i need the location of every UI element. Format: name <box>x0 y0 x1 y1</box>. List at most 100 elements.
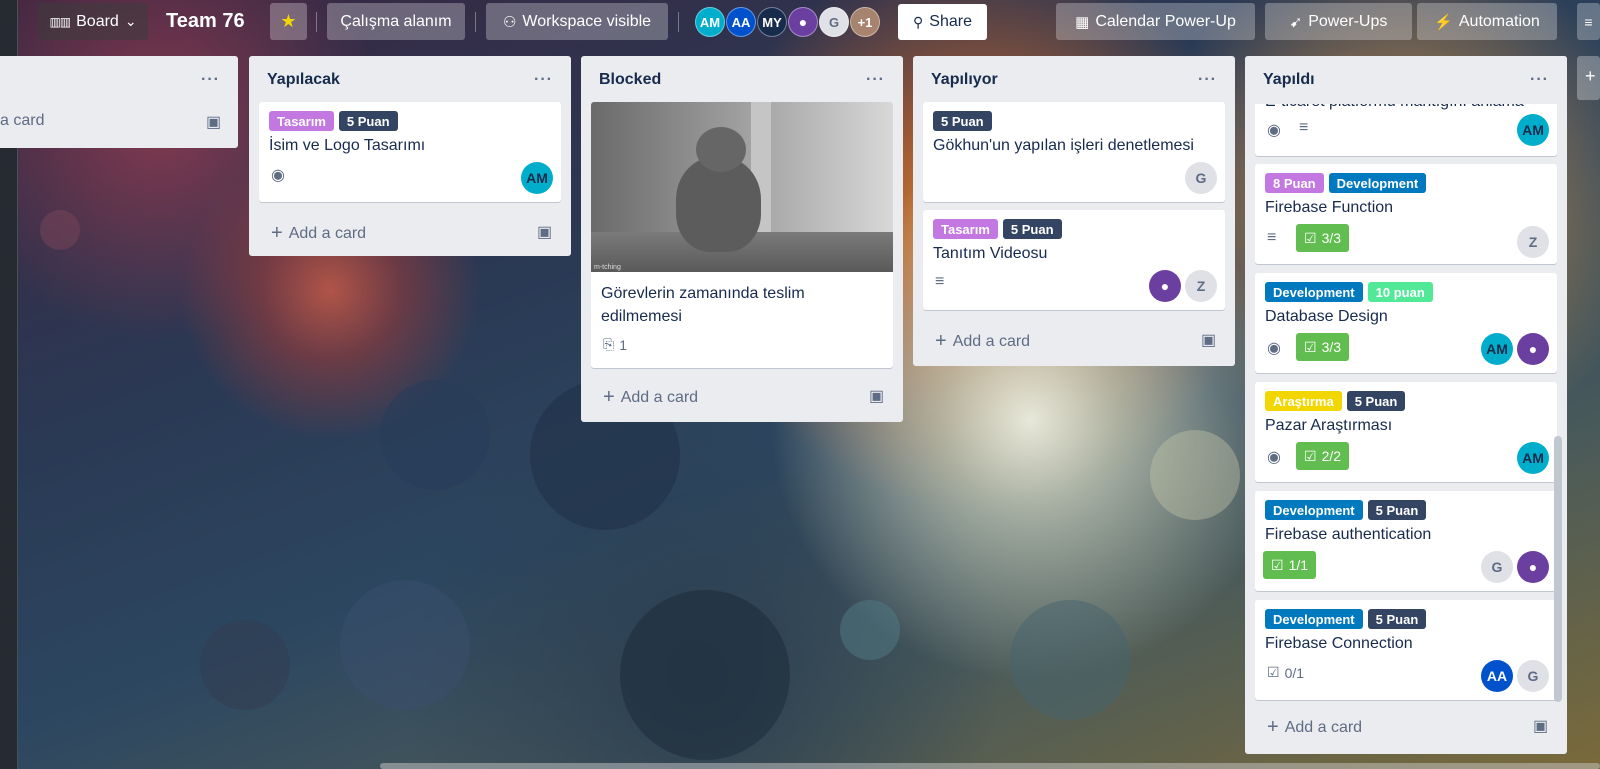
board-title[interactable]: Team 76 <box>166 10 245 33</box>
card-labels: 5 Puan <box>933 111 992 131</box>
member-avatar[interactable]: G <box>819 7 849 37</box>
label-puan: 10 puan <box>1367 282 1433 302</box>
card-title: Tanıtım Videosu <box>933 245 1048 262</box>
label-puan: 5 Puan <box>933 111 992 131</box>
lightning-icon: ⚡ <box>1434 13 1453 31</box>
card[interactable]: Araştırma 5 Puan Pazar Araştırması ◉ ☑ 2… <box>1255 382 1557 482</box>
header-divider <box>678 12 679 32</box>
star-button[interactable]: ★ <box>270 3 307 40</box>
user-icon: ● <box>1528 341 1538 357</box>
template-icon[interactable]: ▣ <box>206 112 221 132</box>
card-member-avatar[interactable]: AM <box>1481 333 1513 365</box>
template-icon[interactable]: ▣ <box>869 386 884 406</box>
powerups-button[interactable]: ➹ Power-Ups <box>1265 3 1412 40</box>
card-title: Firebase authentication <box>1265 526 1432 543</box>
card-member-avatar-user[interactable]: ● <box>1517 551 1549 583</box>
add-card-button[interactable]: + Add a card <box>603 386 698 409</box>
plus-icon: + <box>1585 66 1596 86</box>
card[interactable]: Development 5 Puan Firebase Connection ☑… <box>1255 600 1557 700</box>
card-member-avatar[interactable]: G <box>1185 162 1217 194</box>
member-avatar-user[interactable]: ● <box>788 7 818 37</box>
card-labels: Tasarım 5 Puan <box>933 219 1062 239</box>
share-button[interactable]: ⚲ Share <box>898 4 987 40</box>
card-member-avatar[interactable]: G <box>1517 660 1549 692</box>
add-card-button[interactable]: + Add a card <box>935 330 1030 353</box>
board-scrollbar[interactable] <box>380 763 1600 769</box>
checklist-count: 1/1 <box>1288 557 1309 573</box>
list-title[interactable]: Yapılıyor <box>931 71 998 89</box>
plus-icon: + <box>935 330 947 352</box>
add-list-button[interactable]: + <box>1577 56 1600 100</box>
list-title[interactable]: Yapıldı <box>1263 71 1315 89</box>
card-member-avatar[interactable]: AM <box>521 162 553 194</box>
list-blocked: Blocked ··· m-tching Görevlerin zamanınd… <box>581 56 903 422</box>
card-member-avatar[interactable]: AM <box>1517 114 1549 146</box>
list-menu-icon[interactable]: ··· <box>1530 71 1549 89</box>
card[interactable]: Tasarım 5 Puan Tanıtım Videosu ≡ ● Z <box>923 210 1225 310</box>
card[interactable]: 8 Puan Development Firebase Function ≡ ☑… <box>1255 164 1557 264</box>
list-menu-icon[interactable]: ··· <box>1198 71 1217 89</box>
add-card-label: Add a card <box>288 224 367 242</box>
member-avatar[interactable]: MY <box>757 7 787 37</box>
more-members-button[interactable]: +1 <box>850 7 880 37</box>
card[interactable]: m-tching Görevlerin zamanında teslim edi… <box>591 102 893 368</box>
template-icon[interactable]: ▣ <box>1201 330 1216 350</box>
card-title: Görevlerin zamanında teslim edilmemesi <box>601 285 805 325</box>
description-icon: ≡ <box>1299 119 1309 136</box>
visibility-label: Workspace visible <box>522 12 652 30</box>
list-header: Blocked ··· <box>581 56 903 104</box>
list-menu-icon[interactable]: ··· <box>866 71 885 89</box>
add-card-button[interactable]: + Add a card <box>271 222 366 245</box>
add-card-label: Add a card <box>952 332 1031 350</box>
card-member-avatar[interactable]: AA <box>1481 660 1513 692</box>
header-divider <box>475 12 476 32</box>
card[interactable]: 5 Puan Gökhun'un yapılan işleri denetlem… <box>923 102 1225 202</box>
add-person-icon: ⚲ <box>913 13 924 30</box>
card-member-avatar-user[interactable]: ● <box>1149 270 1181 302</box>
template-icon[interactable]: ▣ <box>537 222 552 242</box>
card[interactable]: Tasarım 5 Puan İsim ve Logo Tasarımı ◉ A… <box>259 102 561 202</box>
card[interactable]: Development 5 Puan Firebase authenticati… <box>1255 491 1557 591</box>
automation-button[interactable]: ⚡ Automation <box>1417 3 1557 40</box>
list-title[interactable]: Yapılacak <box>267 71 340 89</box>
list-header: ··· <box>0 56 238 104</box>
calendar-powerup-label: Calendar Power-Up <box>1095 12 1236 30</box>
list-menu-icon[interactable]: ··· <box>534 71 553 89</box>
cover-watermark: m-tching <box>594 264 621 271</box>
add-card-label: Add a card <box>1284 718 1363 736</box>
card-member-avatar[interactable]: Z <box>1185 270 1217 302</box>
workspace-button[interactable]: Çalışma alanım <box>327 3 465 40</box>
member-avatar[interactable]: AM <box>695 7 725 37</box>
card-member-avatar[interactable]: Z <box>1517 226 1549 258</box>
list-menu-icon[interactable]: ··· <box>201 71 220 89</box>
menu-icon: ≡ <box>1584 13 1593 30</box>
label-puan: 5 Puan <box>1367 609 1427 629</box>
card-title: Gökhun'un yapılan işleri denetlemesi <box>933 137 1194 154</box>
card-member-avatar-user[interactable]: ● <box>1517 333 1549 365</box>
checkbox-icon: ☑ <box>1304 229 1317 246</box>
powerups-label: Power-Ups <box>1308 12 1388 30</box>
member-avatar[interactable]: AA <box>726 7 756 37</box>
eye-icon: ◉ <box>1267 122 1281 139</box>
checklist-count: 3/3 <box>1321 339 1342 355</box>
description-icon: ≡ <box>1267 229 1277 246</box>
label-arastirma: Araştırma <box>1265 391 1342 411</box>
header-more-button[interactable]: ≡ <box>1577 3 1600 40</box>
view-switcher-button[interactable]: ▥▥ Board ⌄ <box>38 3 148 40</box>
user-icon: ● <box>798 14 808 30</box>
card-member-avatar[interactable]: AM <box>1517 442 1549 474</box>
calendar-powerup-button[interactable]: ▦ Calendar Power-Up <box>1056 3 1255 40</box>
label-development: Development <box>1265 500 1363 520</box>
list-title[interactable]: Blocked <box>599 71 661 89</box>
template-icon[interactable]: ▣ <box>1533 716 1548 736</box>
add-card-button[interactable]: a card <box>0 112 44 130</box>
add-card-button[interactable]: + Add a card <box>1267 716 1362 739</box>
list-header: Yapılacak ··· <box>249 56 571 104</box>
list-scrollbar[interactable] <box>1554 436 1562 702</box>
checklist-badge: ☑ 3/3 <box>1296 333 1350 361</box>
visibility-button[interactable]: ⚇ Workspace visible <box>486 3 668 40</box>
board-header: ▥▥ Board ⌄ Team 76 ★ Çalışma alanım ⚇ Wo… <box>0 0 1600 44</box>
card[interactable]: Development 10 puan Database Design ◉ ☑ … <box>1255 273 1557 373</box>
checklist-badge: ☑ 2/2 <box>1296 442 1350 470</box>
card-member-avatar[interactable]: G <box>1481 551 1513 583</box>
